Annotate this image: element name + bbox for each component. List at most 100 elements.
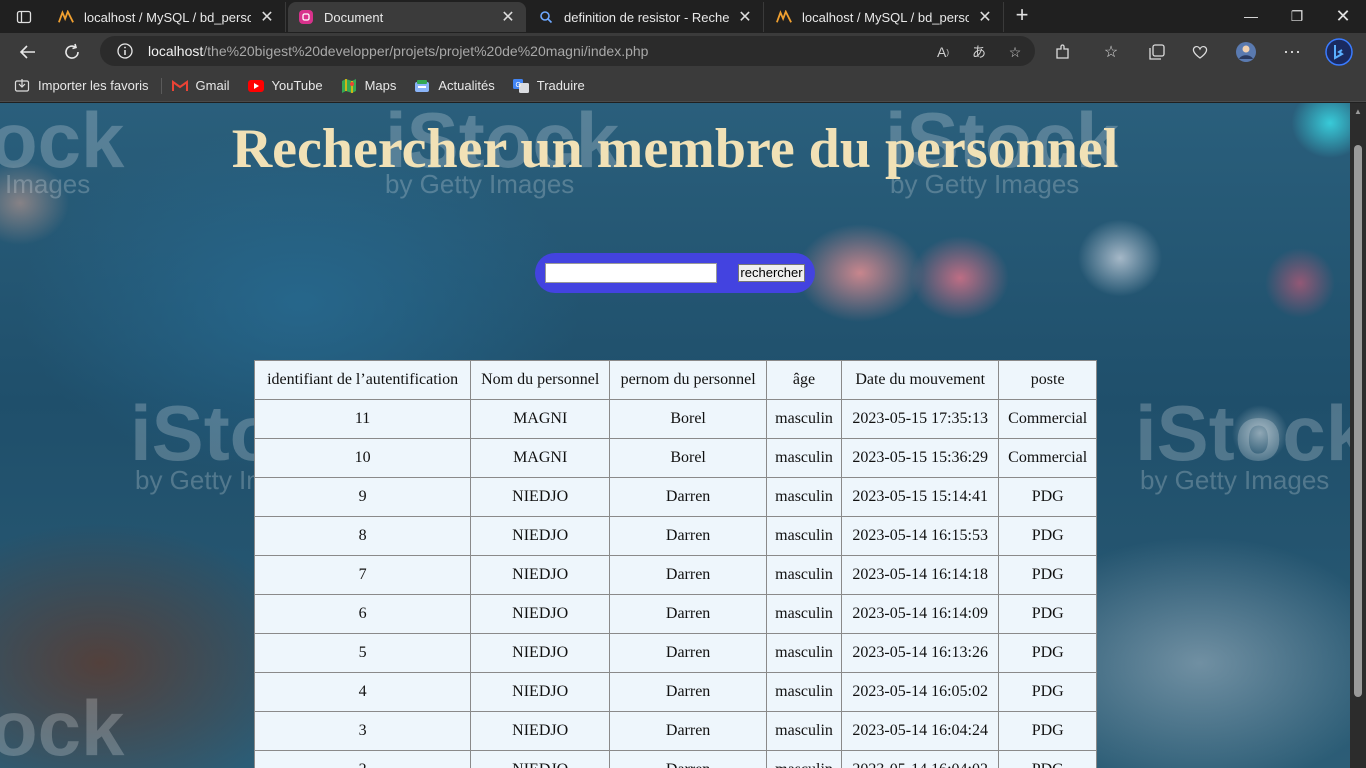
bookmark-label: YouTube (271, 78, 323, 93)
bing-copilot-icon[interactable] (1324, 38, 1354, 66)
bookmark-maps[interactable]: Maps (341, 78, 397, 94)
bookmark-label: Importer les favoris (38, 78, 149, 93)
tab-bar: localhost / MySQL / bd_personel ✕ Docume… (0, 0, 1366, 33)
table-cell: masculin (766, 633, 843, 673)
phpmyadmin-icon (58, 9, 74, 25)
url-bar[interactable]: localhost/the%20bigest%20developper/proj… (100, 36, 1035, 66)
restore-icon[interactable]: ❐ (1274, 4, 1320, 28)
minimize-icon[interactable]: — (1228, 4, 1274, 28)
page-scrollbar[interactable]: ▲ (1350, 103, 1366, 768)
table-cell: Darren (609, 711, 768, 751)
table-cell: 9 (253, 477, 472, 517)
table-row: 8 NIEDJO Darren masculin 2023-05-14 16:1… (253, 516, 1097, 556)
tab-document[interactable]: Document ✕ (288, 2, 526, 32)
add-favorite-icon[interactable]: ☆ (1005, 42, 1025, 62)
table-cell: Darren (609, 477, 768, 517)
table-cell: Darren (609, 516, 768, 556)
bookmark-traduire[interactable]: G Traduire (512, 78, 585, 94)
close-icon[interactable]: ✕ (259, 7, 275, 27)
new-tab-button[interactable]: + (1010, 4, 1034, 28)
search-input[interactable] (545, 263, 717, 283)
more-icon[interactable]: ⋯ (1280, 40, 1304, 64)
table-row: 2 NIEDJO Darren masculin 2023-05-14 16:0… (253, 750, 1097, 768)
close-icon[interactable]: ✕ (500, 7, 516, 27)
table-cell: 11 (253, 399, 472, 439)
translate-page-icon[interactable]: あ (969, 42, 989, 62)
bookmark-import[interactable]: Importer les favoris (14, 78, 149, 94)
table-cell: 2023-05-15 15:14:41 (841, 477, 1000, 517)
favorites-icon[interactable]: ☆ (1099, 40, 1123, 64)
table-cell: 3 (253, 711, 472, 751)
read-aloud-icon[interactable]: A) (933, 42, 953, 62)
url-path: /the%20bigest%20developper/projets/proje… (203, 43, 649, 59)
table-cell: 8 (253, 516, 472, 556)
table-cell: Darren (609, 750, 768, 768)
page-viewport: ock Images iStock by Getty Images iStock… (0, 103, 1350, 768)
column-header-prenom: pernom du personnel (609, 360, 768, 400)
table-cell: PDG (998, 633, 1097, 673)
bookmark-label: Gmail (195, 78, 230, 93)
tab-search[interactable]: definition de resistor - Recherche ✕ (528, 2, 764, 32)
table-cell: 2023-05-14 16:05:02 (841, 672, 1000, 712)
table-cell: 2023-05-15 15:36:29 (841, 438, 1000, 478)
tab-title: definition de resistor - Recherche (564, 9, 729, 25)
table-cell: PDG (998, 711, 1097, 751)
bookmark-actualites[interactable]: Actualités (414, 78, 495, 94)
bookmark-gmail[interactable]: Gmail (171, 78, 230, 94)
url-host: localhost (148, 43, 204, 59)
table-cell: 7 (253, 555, 472, 595)
translate-icon: G (512, 78, 529, 94)
close-window-icon[interactable]: ✕ (1320, 4, 1366, 28)
table-cell: Borel (609, 438, 768, 478)
bookmark-label: Maps (364, 78, 397, 93)
table-cell: masculin (766, 555, 843, 595)
table-cell: 4 (253, 672, 472, 712)
table-row: 9 NIEDJO Darren masculin 2023-05-15 15:1… (253, 477, 1097, 517)
table-cell: 2023-05-14 16:04:24 (841, 711, 1000, 751)
table-cell: 5 (253, 633, 472, 673)
bookmarks-bar: Importer les favoris Gmail YouTube Maps … (0, 70, 1366, 102)
bookmark-label: Actualités (438, 78, 495, 93)
column-header-nom: Nom du personnel (470, 360, 611, 400)
table-cell: NIEDJO (470, 477, 611, 517)
tab-phpmyadmin-2[interactable]: localhost / MySQL / bd_personel ✕ (766, 2, 1004, 32)
table-cell: NIEDJO (470, 711, 611, 751)
search-button[interactable]: rechercher (738, 264, 805, 282)
table-cell: PDG (998, 672, 1097, 712)
extensions-icon[interactable] (1051, 40, 1075, 64)
document-icon (298, 9, 314, 25)
personnel-table-container: identifiant de l’autentification Nom du … (253, 360, 1097, 768)
column-header-poste: poste (998, 360, 1097, 400)
table-cell: PDG (998, 594, 1097, 634)
table-cell: NIEDJO (470, 516, 611, 556)
table-cell: Darren (609, 633, 768, 673)
scroll-up-arrow-icon[interactable]: ▲ (1354, 107, 1362, 116)
table-cell: masculin (766, 399, 843, 439)
table-cell: Commercial (998, 438, 1097, 478)
close-icon[interactable]: ✕ (977, 7, 993, 27)
tab-phpmyadmin-1[interactable]: localhost / MySQL / bd_personel ✕ (48, 2, 286, 32)
table-row: 4 NIEDJO Darren masculin 2023-05-14 16:0… (253, 672, 1097, 712)
back-icon[interactable] (16, 40, 40, 64)
table-cell: 2023-05-14 16:14:09 (841, 594, 1000, 634)
scrollbar-thumb[interactable] (1354, 145, 1362, 697)
bookmark-youtube[interactable]: YouTube (247, 78, 323, 94)
collections-icon[interactable] (1145, 40, 1169, 64)
table-cell: Darren (609, 555, 768, 595)
tab-actions-icon[interactable] (10, 6, 38, 28)
table-cell: NIEDJO (470, 594, 611, 634)
bookmark-label: Traduire (536, 78, 585, 93)
reload-icon[interactable] (60, 40, 84, 64)
table-cell: 2 (253, 750, 472, 768)
table-row: 6 NIEDJO Darren masculin 2023-05-14 16:1… (253, 594, 1097, 634)
performance-icon[interactable] (1188, 40, 1212, 64)
table-cell: 2023-05-14 16:13:26 (841, 633, 1000, 673)
table-cell: PDG (998, 750, 1097, 768)
close-icon[interactable]: ✕ (737, 7, 753, 27)
search-icon (538, 9, 554, 25)
table-cell: masculin (766, 477, 843, 517)
profile-avatar-icon[interactable] (1234, 40, 1258, 64)
site-info-icon[interactable] (116, 42, 134, 60)
phpmyadmin-icon (776, 9, 792, 25)
tab-title: Document (324, 9, 384, 25)
